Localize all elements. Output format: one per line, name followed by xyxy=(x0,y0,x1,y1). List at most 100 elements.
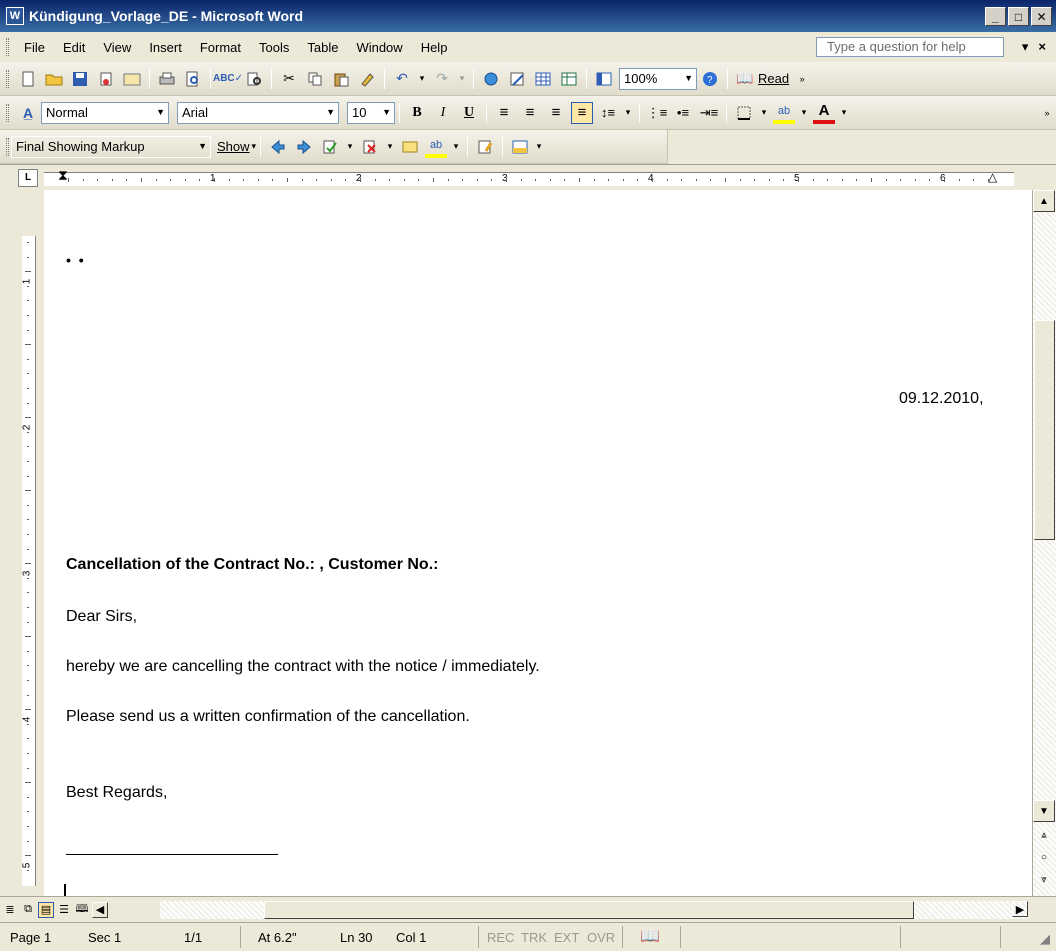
bullets-icon[interactable]: •≡ xyxy=(672,102,694,124)
reading-layout-icon[interactable]: 🕮 xyxy=(74,902,90,918)
horizontal-scroll-track[interactable] xyxy=(160,901,1028,919)
borders-dropdown-icon[interactable]: ▾ xyxy=(759,102,769,124)
menu-insert[interactable]: Insert xyxy=(140,40,191,55)
toolbar-grip[interactable] xyxy=(6,137,9,156)
status-trk[interactable]: TRK xyxy=(521,930,547,945)
borders-icon[interactable] xyxy=(733,102,755,124)
markup-dropdown-icon[interactable]: ▼ xyxy=(198,141,207,151)
align-right-icon[interactable]: ≡ xyxy=(545,102,567,124)
style-select[interactable]: Normal ▼ xyxy=(41,101,169,124)
outline-view-icon[interactable]: ☰ xyxy=(56,902,72,918)
horizontal-scroll-thumb[interactable] xyxy=(264,901,914,919)
right-indent-marker-icon[interactable]: △ xyxy=(988,170,997,184)
align-left-icon[interactable]: ≡ xyxy=(493,102,515,124)
highlight-icon[interactable]: ab xyxy=(773,102,795,124)
italic-button[interactable]: I xyxy=(432,102,454,124)
track-highlight-dropdown-icon[interactable]: ▾ xyxy=(451,136,461,158)
line-spacing-dropdown-icon[interactable]: ▾ xyxy=(623,102,633,124)
font-select[interactable]: Arial ▼ xyxy=(177,101,339,124)
bold-button[interactable]: B xyxy=(406,102,428,124)
reviewing-pane-icon[interactable] xyxy=(509,136,531,158)
show-menu-button[interactable]: Show xyxy=(217,139,250,154)
status-rec[interactable]: REC xyxy=(487,930,514,945)
previous-page-icon[interactable]: ⩓ xyxy=(1033,824,1055,846)
zoom-select[interactable]: 100% ▼ xyxy=(619,67,697,90)
menu-table[interactable]: Table xyxy=(298,40,347,55)
web-layout-icon[interactable]: ⧉ xyxy=(20,902,36,918)
font-size-dropdown-icon[interactable]: ▼ xyxy=(382,107,391,117)
indent-marker-icon[interactable]: ⧗ xyxy=(58,167,68,184)
print-layout-icon[interactable]: ▤ xyxy=(38,901,54,918)
previous-change-icon[interactable] xyxy=(267,136,289,158)
scroll-right-icon[interactable]: ▶ xyxy=(1012,901,1028,917)
menu-view[interactable]: View xyxy=(94,40,140,55)
font-color-dropdown-icon[interactable]: ▾ xyxy=(839,102,849,124)
style-dropdown-icon[interactable]: ▼ xyxy=(156,107,165,117)
menu-format[interactable]: Format xyxy=(191,40,250,55)
accept-dropdown-icon[interactable]: ▾ xyxy=(345,136,355,158)
menu-edit[interactable]: Edit xyxy=(54,40,94,55)
status-ext[interactable]: EXT xyxy=(554,930,579,945)
show-dropdown-icon[interactable]: ▾ xyxy=(252,141,257,152)
next-page-icon[interactable]: ⩔ xyxy=(1033,868,1055,890)
reject-change-icon[interactable] xyxy=(359,136,381,158)
spelling-status-icon[interactable]: 📖 xyxy=(640,926,660,946)
menu-window[interactable]: Window xyxy=(347,40,411,55)
tables-borders-icon[interactable] xyxy=(506,68,528,90)
vertical-scrollbar[interactable]: ▲ ▼ ⩓ ○ ⩔ xyxy=(1032,190,1056,896)
cut-icon[interactable]: ✂ xyxy=(278,68,300,90)
vertical-scroll-thumb[interactable] xyxy=(1034,320,1055,540)
toolbar-grip[interactable] xyxy=(6,103,9,122)
copy-icon[interactable] xyxy=(304,68,326,90)
track-highlight-icon[interactable]: ab xyxy=(425,136,448,158)
justify-icon[interactable]: ≡ xyxy=(571,101,593,124)
document-close-icon[interactable]: × xyxy=(1038,39,1046,55)
indent-icon[interactable]: ⇥≡ xyxy=(698,102,720,124)
help-icon[interactable]: ? xyxy=(699,68,721,90)
zoom-dropdown-icon[interactable]: ▼ xyxy=(684,73,693,83)
horizontal-ruler[interactable]: ⧗ 1 2 3 4 5 6 △ xyxy=(44,167,1014,186)
new-document-icon[interactable] xyxy=(17,68,39,90)
save-icon[interactable] xyxy=(69,68,91,90)
new-comment-icon[interactable] xyxy=(399,136,421,158)
normal-view-icon[interactable]: ≣ xyxy=(2,902,18,918)
align-center-icon[interactable]: ≡ xyxy=(519,102,541,124)
close-button[interactable]: ✕ xyxy=(1031,7,1052,26)
insert-table-icon[interactable] xyxy=(532,68,554,90)
select-browse-object-icon[interactable]: ○ xyxy=(1033,846,1055,868)
toolbar-grip[interactable] xyxy=(6,69,9,88)
reject-dropdown-icon[interactable]: ▾ xyxy=(385,136,395,158)
redo-icon[interactable]: ↷ xyxy=(431,68,453,90)
markup-mode-select[interactable]: Final Showing Markup ▼ xyxy=(11,135,211,158)
highlight-dropdown-icon[interactable]: ▾ xyxy=(799,102,809,124)
next-change-icon[interactable] xyxy=(293,136,315,158)
print-preview-icon[interactable] xyxy=(182,68,204,90)
redo-dropdown-icon[interactable]: ▾ xyxy=(457,68,467,90)
scroll-up-icon[interactable]: ▲ xyxy=(1033,190,1055,212)
email-icon[interactable] xyxy=(121,68,143,90)
vertical-ruler[interactable]: 1 2 3 4 5 xyxy=(21,236,36,886)
styles-formatting-icon[interactable]: A̲ xyxy=(17,102,39,124)
menu-grip[interactable] xyxy=(6,38,9,56)
insert-excel-icon[interactable] xyxy=(558,68,580,90)
tab-selector[interactable]: L xyxy=(18,169,38,187)
undo-icon[interactable]: ↶ xyxy=(391,68,413,90)
resize-grip-icon[interactable]: ◢ xyxy=(1040,931,1050,947)
menu-file[interactable]: File xyxy=(15,40,54,55)
help-dropdown-icon[interactable]: ▾ xyxy=(1022,39,1029,55)
accept-change-icon[interactable] xyxy=(319,136,341,158)
paste-icon[interactable] xyxy=(330,68,352,90)
hyperlink-icon[interactable] xyxy=(480,68,502,90)
font-dropdown-icon[interactable]: ▼ xyxy=(326,107,335,117)
toolbar-options-icon[interactable]: » xyxy=(1042,102,1052,124)
print-icon[interactable] xyxy=(156,68,178,90)
spelling-icon[interactable]: ABC✓ xyxy=(213,68,243,90)
status-ovr[interactable]: OVR xyxy=(587,930,615,945)
document-page[interactable]: • • 09.12.2010, Cancellation of the Cont… xyxy=(44,190,1032,896)
scroll-down-icon[interactable]: ▼ xyxy=(1033,800,1055,822)
underline-button[interactable]: U xyxy=(458,102,480,124)
read-icon[interactable]: 📖 xyxy=(734,68,756,90)
research-icon[interactable] xyxy=(243,68,265,90)
help-search-input[interactable]: Type a question for help xyxy=(816,37,1004,57)
maximize-button[interactable]: □ xyxy=(1008,7,1029,26)
